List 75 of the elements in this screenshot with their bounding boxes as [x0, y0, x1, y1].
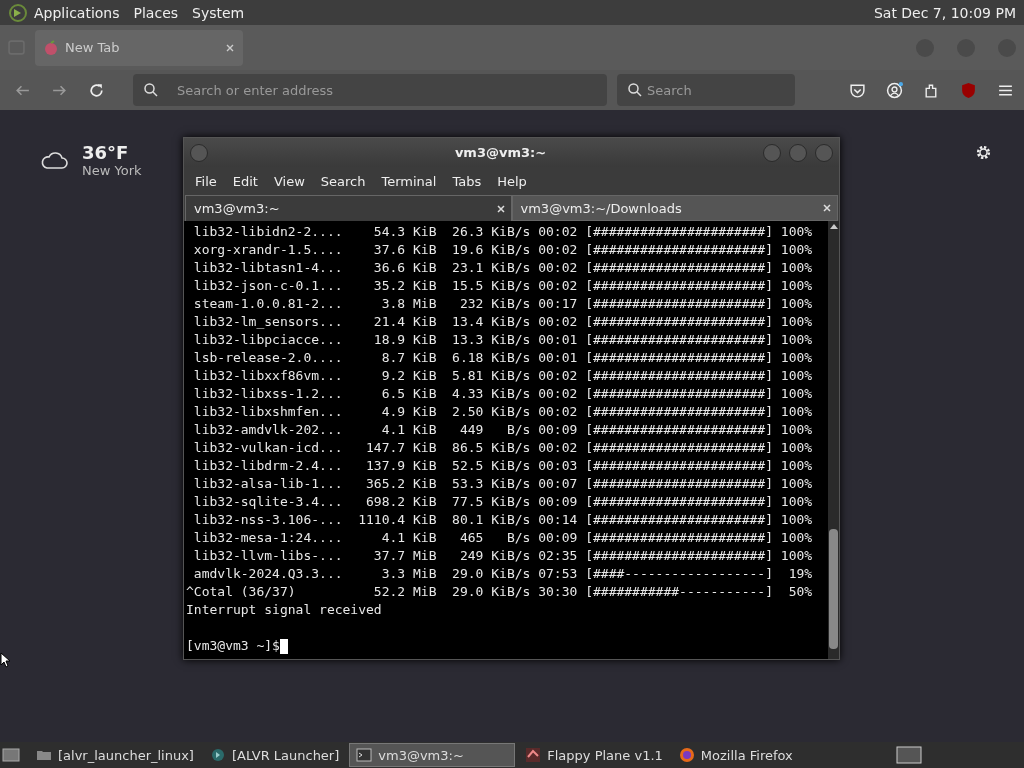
terminal-line: lib32-libtasn1-4... 36.6 KiB 23.1 KiB/s 00:02 [######################] 100%	[192, 259, 814, 277]
browser-icon	[678, 747, 695, 763]
terminal-line: lib32-llvm-libs-... 37.7 MiB 249 KiB/s 02:35 [######################] 100%	[192, 547, 814, 565]
terminal-tab[interactable]: vm3@vm3:~/Downloads	[511, 195, 838, 221]
close-icon[interactable]	[225, 42, 235, 53]
window-menu-button[interactable]	[190, 143, 208, 162]
taskbar-button[interactable]: vm3@vm3:~	[349, 743, 516, 767]
fruit-icon	[43, 39, 59, 56]
menu-item[interactable]: View	[265, 173, 313, 189]
terminal-line: ^Cotal (36/37) 52.2 MiB 29.0 KiB/s 30:30 [###########-----------] 50%	[186, 583, 814, 601]
distro-logo-icon[interactable]	[8, 2, 28, 23]
menu-item[interactable]: Applications	[34, 4, 120, 21]
terminal-line: Interrupt signal received	[186, 601, 383, 619]
terminal-line: lib32-libpciacce... 18.9 KiB 13.3 KiB/s 00:01 [######################] 100%	[192, 331, 814, 349]
menu-item[interactable]: Edit	[224, 173, 266, 189]
scrollbar-thumb[interactable]	[829, 529, 838, 649]
scroll-up-icon[interactable]	[829, 224, 838, 229]
close-icon[interactable]	[822, 203, 832, 213]
taskbar-button[interactable]: Mozilla Firefox	[672, 743, 799, 767]
close-icon[interactable]	[495, 203, 506, 214]
terminal-tab[interactable]: vm3@vm3:~	[185, 195, 512, 221]
show-desktop-icon[interactable]	[2, 747, 20, 763]
terminal-line: lib32-libxss-1.2... 6.5 KiB 4.33 KiB/s 00:02 [######################] 100%	[192, 385, 814, 403]
terminal-line: lib32-vulkan-icd... 147.7 KiB 86.5 KiB/s 00:02 [######################] 100%	[192, 439, 814, 457]
terminal-line: lib32-amdvlk-202... 4.1 KiB 449 B/s 00:09 [######################] 100%	[192, 421, 814, 439]
menu-item[interactable]: Places	[133, 4, 179, 21]
terminal-line: lib32-lm_sensors... 21.4 KiB 13.4 KiB/s 00:02 [######################] 100%	[192, 313, 814, 331]
workspace-switcher-icon[interactable]	[896, 746, 922, 764]
temperature: 36°F	[82, 142, 130, 163]
minimize-button[interactable]	[763, 143, 781, 162]
text-cursor	[279, 638, 288, 654]
window-title: vm3@vm3:~	[453, 145, 548, 160]
taskbar-button[interactable]: [alvr_launcher_linux]	[30, 743, 200, 767]
menu-item[interactable]: Help	[489, 173, 535, 189]
terminal-line: lib32-libdrm-2.4... 137.9 KiB 52.5 KiB/s 00:03 [######################] 100%	[192, 457, 814, 475]
menu-item[interactable]: Search	[312, 173, 374, 189]
account-icon[interactable]	[886, 81, 903, 99]
taskbar-button[interactable]: Flappy Plane v1.1	[519, 743, 669, 767]
terminal-line: lib32-libxxf86vm... 9.2 KiB 5.81 KiB/s 00:02 [######################] 100%	[192, 367, 814, 385]
cloud-icon	[40, 149, 70, 171]
city-name: New York	[82, 163, 142, 178]
terminal-line: lib32-alsa-lib-1... 365.2 KiB 53.3 KiB/s 00:07 [######################] 100%	[192, 475, 814, 493]
terminal-line: lib32-libxshmfen... 4.9 KiB 2.50 KiB/s 00:02 [######################] 100%	[192, 403, 814, 421]
search-field[interactable]: Search	[617, 74, 795, 106]
tab-title: New Tab	[65, 40, 121, 55]
settings-icon[interactable]	[975, 144, 992, 161]
terminal-line: lsb-release-2.0.... 8.7 KiB 6.18 KiB/s 00:01 [######################] 100%	[192, 349, 814, 367]
terminal-line: lib32-json-c-0.1... 35.2 KiB 15.5 KiB/s 00:02 [######################] 100%	[192, 277, 814, 295]
search-icon	[143, 82, 159, 98]
terminal-line: lib32-libidn2-2.... 54.3 KiB 26.3 KiB/s 00:02 [######################] 100%	[192, 223, 814, 241]
terminal-line: lib32-mesa-1:24.... 4.1 KiB 465 B/s 00:09 [######################] 100%	[192, 529, 814, 547]
terminal-line: amdvlk-2024.Q3.3... 3.3 MiB 29.0 KiB/s 07:53 [####------------------] 19%	[192, 565, 814, 583]
terminal-icon	[356, 747, 373, 763]
search-icon	[627, 82, 643, 98]
terminal-line: lib32-nss-3.106-... 1110.4 KiB 80.1 KiB/s 00:14 [######################] 100%	[192, 511, 814, 529]
menu-item[interactable]: System	[192, 4, 245, 21]
reload-icon[interactable]	[88, 81, 105, 99]
menu-item[interactable]: Terminal	[373, 173, 445, 189]
mouse-pointer-icon	[0, 652, 10, 668]
pocket-icon[interactable]	[849, 81, 866, 99]
taskbar-button[interactable]: [ALVR Launcher]	[203, 743, 346, 767]
close-button[interactable]	[815, 143, 833, 162]
terminal-line: xorg-xrandr-1.5.... 37.6 KiB 19.6 KiB/s 00:02 [######################] 100%	[192, 241, 814, 259]
shell-prompt: [vm3@vm3 ~]$	[186, 637, 280, 655]
clock[interactable]: Sat Dec 7, 10:09 PM	[865, 4, 1016, 21]
terminal-line: steam-1.0.0.81-2... 3.8 MiB 232 KiB/s 00:17 [######################] 100%	[192, 295, 814, 313]
scrollbar[interactable]	[828, 221, 839, 659]
address-field[interactable]: Search or enter address	[133, 74, 607, 106]
browser-tab[interactable]: New Tab	[35, 29, 243, 66]
game-icon	[525, 747, 542, 763]
menu-item[interactable]: File	[187, 173, 225, 189]
terminal-line: lib32-sqlite-3.4... 698.2 KiB 77.5 KiB/s 00:09 [######################] 100%	[192, 493, 814, 511]
menu-item[interactable]: Tabs	[444, 173, 490, 189]
maximize-button[interactable]	[789, 143, 807, 162]
app-icon	[209, 747, 226, 763]
